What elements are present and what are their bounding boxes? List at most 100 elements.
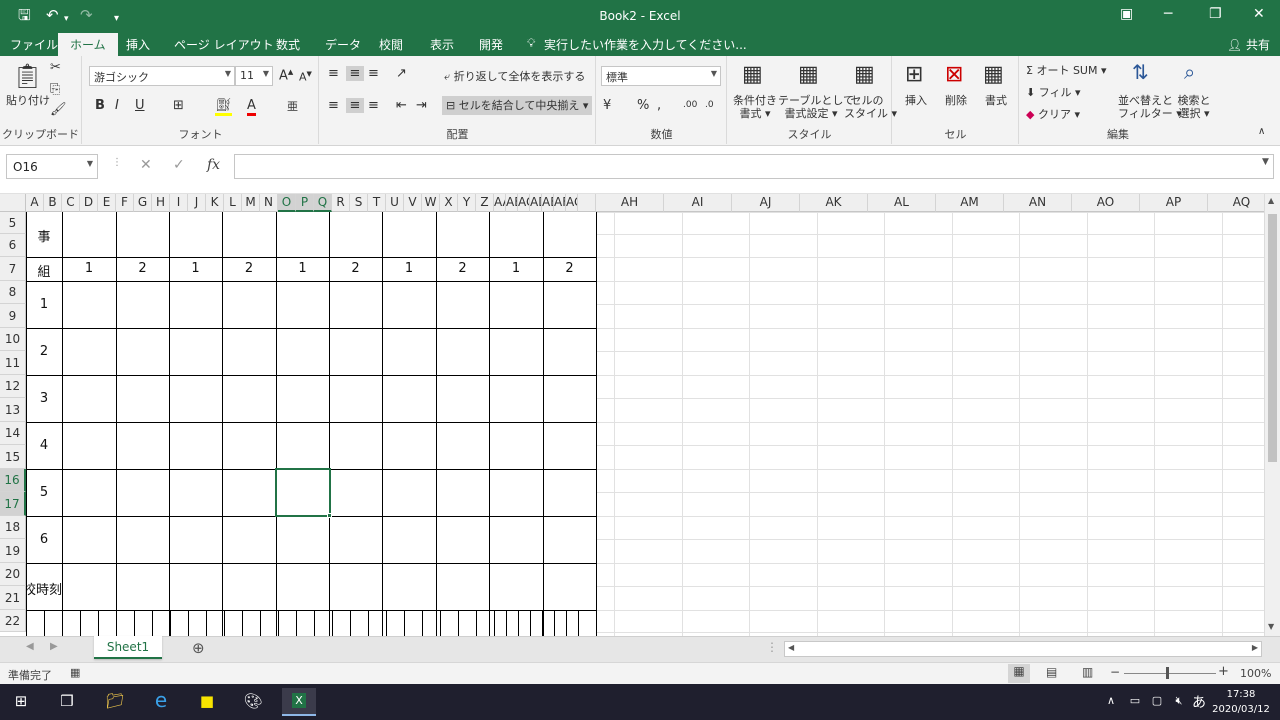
file-explorer-icon[interactable]: 📁︎ (102, 692, 128, 710)
conditional-format-button[interactable]: 条件付き 書式 ▾ (732, 94, 778, 120)
align-right-icon[interactable]: ≡ (368, 98, 379, 113)
row-header-14[interactable]: 14 (0, 422, 26, 445)
formula-input[interactable] (234, 154, 1274, 179)
fill-handle[interactable] (327, 513, 332, 518)
column-header-z[interactable]: Z (476, 194, 494, 212)
row-header-20[interactable]: 20 (0, 563, 26, 586)
cancel-icon[interactable]: ✕ (140, 157, 152, 173)
font-name-combo[interactable]: 游ゴシック ▼ (89, 66, 235, 86)
conditional-format-icon[interactable]: ▦ (742, 62, 763, 87)
row-header-16[interactable]: 16 (0, 469, 26, 492)
decrease-decimal-icon[interactable]: .0 (705, 100, 714, 110)
row-header-6[interactable]: 6 (0, 234, 26, 257)
column-header-i[interactable]: I (170, 194, 188, 212)
column-header-u[interactable]: U (386, 194, 404, 212)
tab-review[interactable]: 校閲 (379, 36, 403, 53)
show-hidden-icons[interactable]: ∧ (1098, 694, 1124, 707)
column-header-w[interactable]: W (422, 194, 440, 212)
column-header-ak[interactable]: AK (800, 194, 868, 212)
scroll-right-icon[interactable]: ▶ (1252, 643, 1258, 652)
tab-view[interactable]: 表示 (430, 36, 454, 53)
enter-icon[interactable]: ✓ (173, 157, 185, 173)
cell-styles-button[interactable]: セルの スタイル ▾ (844, 94, 897, 120)
merge-center-button[interactable]: ⊟ セルを結合して中央揃え ▾ (442, 96, 593, 115)
tab-page-layout[interactable]: ページ レイアウト (174, 36, 274, 53)
next-sheet-icon[interactable]: ▶ (50, 641, 58, 652)
column-header-af[interactable]: AF (554, 194, 566, 212)
clear-button[interactable]: ◆ クリア ▾ (1026, 108, 1080, 121)
increase-font-icon[interactable]: A▲ (279, 68, 293, 83)
scroll-left-icon[interactable]: ◀ (788, 643, 794, 652)
column-header-v[interactable]: V (404, 194, 422, 212)
sheet-tab-sheet1[interactable]: Sheet1 (94, 636, 162, 659)
select-all-corner[interactable] (0, 194, 26, 212)
column-header-ah[interactable]: AH (596, 194, 664, 212)
sort-filter-button[interactable]: 並べ替えと フィルター ▾ (1118, 94, 1182, 120)
column-header-r[interactable]: R (332, 194, 350, 212)
zoom-out-icon[interactable]: − (1110, 665, 1120, 679)
wrap-text-button[interactable]: ⤶ 折り返して全体を表示する (444, 70, 585, 83)
column-header-h[interactable]: H (152, 194, 170, 212)
column-header-aq[interactable]: AQ (1208, 194, 1264, 212)
row-header-7[interactable]: 7 (0, 257, 26, 281)
column-header-s[interactable]: S (350, 194, 368, 212)
row-header-10[interactable]: 10 (0, 328, 26, 351)
column-header-g[interactable]: G (134, 194, 152, 212)
autosum-button[interactable]: Σ オート SUM ▾ (1026, 64, 1107, 77)
copy-icon[interactable]: ⎘ (50, 82, 60, 97)
format-as-table-button[interactable]: テーブルとして 書式設定 ▾ (778, 94, 854, 120)
add-sheet-icon[interactable]: ⊕ (192, 639, 205, 657)
prev-sheet-icon[interactable]: ◀ (26, 641, 34, 652)
paste-button[interactable]: 貼り付け (6, 94, 50, 107)
delete-cells-icon[interactable]: ⊠ (945, 62, 963, 87)
cut-icon[interactable]: ✂ (50, 60, 61, 75)
worksheet-grid[interactable]: ABCDEFGHIJKLMNOPQRSTUVWXYZAAABACADAEAFAG… (0, 194, 1264, 636)
cell-styles-icon[interactable]: ▦ (854, 62, 875, 87)
decrease-indent-icon[interactable]: ⇤ (396, 98, 407, 113)
column-header-l[interactable]: L (224, 194, 242, 212)
insert-cells-icon[interactable]: ⊞ (905, 62, 923, 87)
fill-color-icon[interactable]: ⛽︎ (215, 98, 232, 116)
paste-icon[interactable]: 📋︎ (12, 62, 42, 90)
column-header-ap[interactable]: AP (1140, 194, 1208, 212)
windows-start-icon[interactable]: ⊞ (8, 692, 34, 710)
find-select-button[interactable]: 検索と 選択 ▾ (1174, 94, 1214, 120)
column-header-ai[interactable]: AI (664, 194, 732, 212)
scroll-thumb[interactable] (1268, 214, 1277, 462)
column-header-x[interactable]: X (440, 194, 458, 212)
search-icon[interactable]: ⌕ (1184, 60, 1195, 84)
column-header-d[interactable]: D (80, 194, 98, 212)
align-middle-icon[interactable]: ≡ (346, 66, 364, 81)
row-header-11[interactable]: 11 (0, 351, 26, 375)
name-box[interactable]: O16 ▼ (6, 154, 98, 179)
font-color-icon[interactable]: A (247, 98, 256, 116)
minimize-icon[interactable]: ─ (1164, 6, 1172, 22)
number-format-combo[interactable]: 標準 ▼ (601, 66, 721, 86)
column-header-q[interactable]: Q (314, 194, 332, 212)
insert-function-button[interactable]: fx (207, 157, 220, 173)
column-header-am[interactable]: AM (936, 194, 1004, 212)
decrease-font-icon[interactable]: A▼ (299, 70, 312, 84)
close-icon[interactable]: ✕ (1253, 6, 1265, 22)
tab-formulas[interactable]: 数式 (276, 36, 300, 53)
page-break-view-icon[interactable]: ▥ (1082, 665, 1093, 679)
internet-explorer-icon[interactable]: e (148, 688, 174, 712)
zoom-slider-thumb[interactable] (1166, 667, 1169, 679)
column-header-o[interactable]: O (278, 194, 296, 212)
underline-button[interactable]: U (135, 98, 145, 113)
currency-icon[interactable]: ¥ (603, 98, 611, 113)
column-header-aa[interactable]: AA (494, 194, 506, 212)
format-as-table-icon[interactable]: ▦ (798, 62, 819, 87)
tell-me-box[interactable]: 実行したい作業を入力してください... (544, 36, 747, 53)
row-header-13[interactable]: 13 (0, 398, 26, 422)
row-header-15[interactable]: 15 (0, 445, 26, 469)
task-view-icon[interactable]: ❒ (54, 692, 80, 710)
delete-cells-button[interactable]: 削除 (945, 94, 967, 107)
italic-button[interactable]: I (115, 98, 119, 113)
tab-data[interactable]: データ (325, 36, 361, 53)
paint-icon[interactable]: 🎨︎ (240, 692, 266, 710)
clock[interactable]: 17:38 2020/03/12 (1210, 687, 1272, 717)
collapse-ribbon-icon[interactable]: ∧ (1258, 126, 1265, 137)
row-header-21[interactable]: 21 (0, 586, 26, 610)
column-header-ac[interactable]: AC (518, 194, 530, 212)
